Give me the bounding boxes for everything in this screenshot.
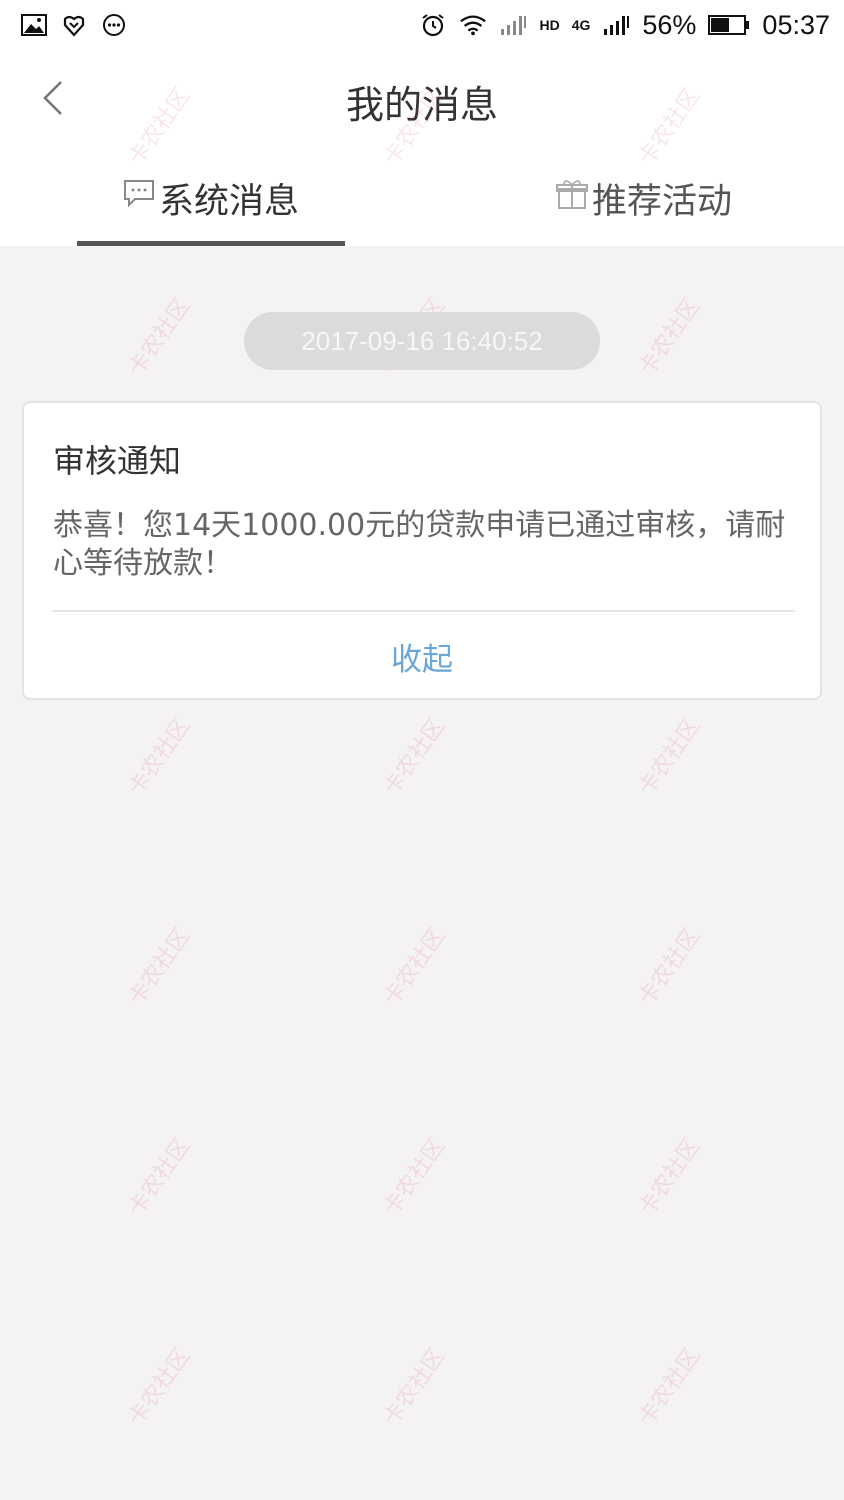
alarm-icon (419, 11, 447, 39)
message-timestamp: 2017-09-16 16:40:52 (244, 312, 600, 370)
tab-bar: 系统消息 推荐活动 (0, 150, 844, 246)
shield-heart-icon (60, 11, 88, 39)
collapse-button[interactable]: 收起 (24, 613, 820, 700)
tab-activity-label: 推荐活动 (591, 181, 732, 222)
signal-weak-icon (499, 11, 527, 39)
message-card: 审核通知 恭喜！您14天1000.00元的贷款申请已通过审核，请耐心等待放款！ … (22, 401, 822, 700)
message-title: 审核通知 (53, 442, 182, 480)
gift-icon (555, 178, 588, 219)
watermark: 卡农社区 (634, 714, 706, 801)
app-header: 我的消息 (0, 50, 844, 150)
gallery-icon (20, 11, 48, 39)
watermark: 卡农社区 (124, 714, 196, 801)
watermark: 卡农社区 (379, 1134, 451, 1221)
watermark: 卡农社区 (124, 294, 196, 381)
hd-indicator: HD (539, 17, 560, 33)
watermark: 卡农社区 (634, 294, 706, 381)
chat-bubble-icon (123, 178, 155, 218)
watermark: 卡农社区 (379, 714, 451, 801)
network-type: 4G (571, 17, 591, 33)
tab-system-messages[interactable]: 系统消息 (77, 150, 345, 246)
watermark: 卡农社区 (634, 1134, 706, 1221)
wifi-icon (459, 11, 487, 39)
watermark: 卡农社区 (379, 1344, 451, 1431)
watermark: 卡农社区 (379, 924, 451, 1011)
tab-system-label: 系统消息 (158, 181, 299, 222)
message-body: 恭喜！您14天1000.00元的贷款申请已通过审核，请耐心等待放款！ (53, 508, 786, 581)
message-dots-icon (100, 11, 128, 39)
watermark: 卡农社区 (124, 1344, 196, 1431)
status-bar-left (20, 11, 128, 39)
tab-recommended-activities[interactable]: 推荐活动 (510, 150, 778, 246)
signal-icon (602, 11, 630, 39)
watermark: 卡农社区 (634, 1344, 706, 1431)
watermark: 卡农社区 (634, 924, 706, 1011)
watermark: 卡农社区 (124, 924, 196, 1011)
status-bar: HD 4G 56% 05:37 (0, 0, 844, 50)
active-tab-indicator (77, 241, 345, 246)
page-title: 我的消息 (345, 83, 498, 127)
clock: 05:37 (762, 9, 830, 40)
status-bar-right: HD 4G 56% 05:37 (419, 10, 830, 41)
battery-icon (708, 11, 750, 39)
watermark: 卡农社区 (124, 1134, 196, 1221)
battery-percent: 56% (642, 9, 697, 40)
card-divider (52, 610, 795, 612)
